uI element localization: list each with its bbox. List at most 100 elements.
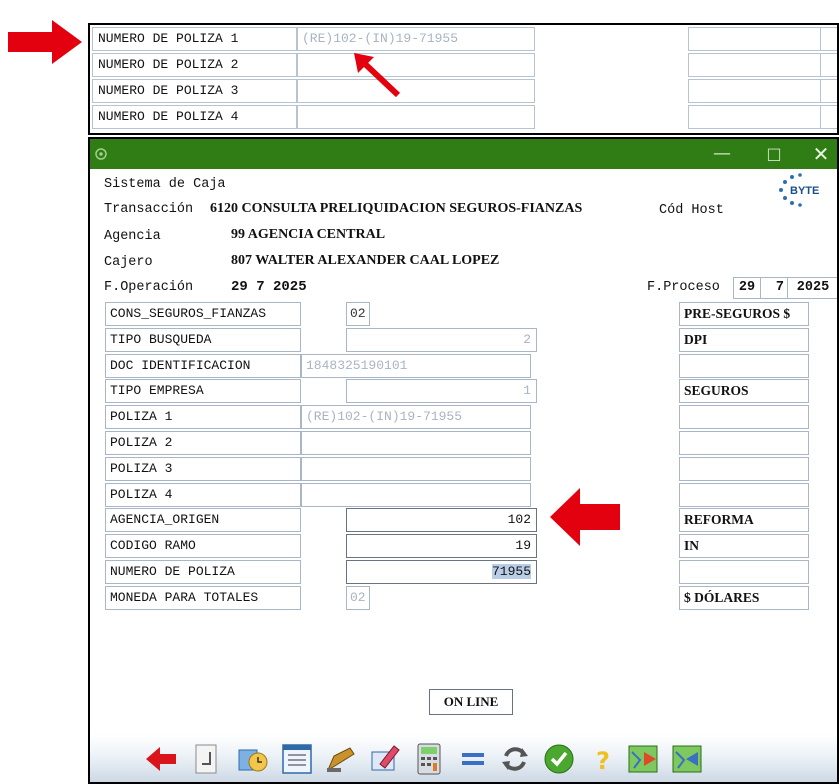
- host-code-label: Cód Host: [659, 203, 724, 218]
- close-button[interactable]: ✕: [801, 139, 837, 169]
- excerpt-right-cell: [820, 105, 837, 129]
- excerpt-right-cell: [820, 79, 837, 103]
- form-row: DOC IDENTIFICACION 1848325190101: [90, 354, 837, 378]
- operation-date-label: F.Operación: [104, 280, 194, 295]
- field-label: TIPO BUSQUEDA: [105, 328, 301, 352]
- red-arrow-icon: [550, 488, 620, 546]
- app-icon: [95, 148, 107, 160]
- write-edit-icon[interactable]: [368, 742, 402, 776]
- excerpt-row: NUMERO DE POLIZA 2: [90, 53, 837, 77]
- excerpt-value[interactable]: [297, 79, 535, 103]
- excerpt-value[interactable]: [297, 105, 535, 129]
- field-label: POLIZA 2: [105, 431, 301, 455]
- field-description: [679, 560, 809, 584]
- process-date-day: 29: [733, 277, 761, 299]
- back-arrow-icon[interactable]: [144, 742, 178, 776]
- field-label: POLIZA 1: [105, 405, 301, 429]
- field-description: [679, 431, 809, 455]
- field-value[interactable]: [301, 457, 531, 481]
- excerpt-row: NUMERO DE POLIZA 4: [90, 105, 837, 129]
- policy-number-excerpt: NUMERO DE POLIZA 1 (RE)102-(IN)19-71955 …: [88, 23, 839, 135]
- field-value[interactable]: [301, 483, 531, 507]
- bottom-toolbar: ?: [90, 734, 837, 782]
- edit-pencil-icon[interactable]: [324, 742, 358, 776]
- schedule-icon[interactable]: [236, 742, 270, 776]
- byte-logo: BYTE: [779, 173, 819, 207]
- field-description: IN: [679, 534, 809, 558]
- excerpt-value[interactable]: [297, 53, 535, 77]
- red-arrow-icon: [8, 20, 82, 64]
- document-list-icon[interactable]: [280, 742, 314, 776]
- refresh-icon[interactable]: [498, 742, 532, 776]
- field-value[interactable]: 02: [346, 302, 370, 326]
- enter-icon[interactable]: [190, 742, 224, 776]
- field-value[interactable]: 1848325190101: [301, 354, 531, 378]
- form-row: TIPO EMPRESA 1 SEGUROS: [90, 379, 837, 403]
- field-description: PRE-SEGUROS $: [679, 302, 809, 326]
- cashier-value: 807 WALTER ALEXANDER CAAL LOPEZ: [231, 253, 500, 268]
- field-value[interactable]: 19: [346, 534, 537, 558]
- form-row: POLIZA 1 (RE)102-(IN)19-71955: [90, 405, 837, 429]
- field-value[interactable]: (RE)102-(IN)19-71955: [301, 405, 531, 429]
- agency-value: 99 AGENCIA CENTRAL: [231, 227, 386, 242]
- field-label: POLIZA 3: [105, 457, 301, 481]
- excerpt-label: NUMERO DE POLIZA 1: [92, 27, 297, 51]
- system-title: Sistema de Caja: [104, 177, 226, 192]
- field-description: REFORMA: [679, 508, 809, 532]
- field-description: [679, 354, 809, 378]
- form-row: POLIZA 2: [90, 431, 837, 455]
- transaction-value: 6120 CONSULTA PRELIQUIDACION SEGUROS-FIA…: [210, 201, 583, 216]
- cashier-system-window: — □ ✕ Sistema de Caja Transacción 6120 C…: [88, 137, 839, 784]
- field-value[interactable]: 71955: [346, 560, 537, 584]
- field-value[interactable]: 1: [346, 379, 537, 403]
- map-next-icon[interactable]: [626, 742, 660, 776]
- form-row: TIPO BUSQUEDA 2 DPI: [90, 328, 837, 352]
- field-value[interactable]: [301, 431, 531, 455]
- field-value[interactable]: 02: [346, 586, 370, 610]
- process-date-label: F.Proceso: [647, 280, 720, 295]
- title-bar: — □ ✕: [90, 139, 837, 169]
- confirm-check-icon[interactable]: [542, 742, 576, 776]
- field-label: CONS_SEGUROS_FIANZAS: [105, 302, 301, 326]
- field-value[interactable]: 2: [346, 328, 537, 352]
- excerpt-right-cell: [820, 27, 837, 51]
- field-label: AGENCIA_ORIGEN: [105, 508, 301, 532]
- excerpt-right-cell: [688, 27, 821, 51]
- field-description: [679, 483, 809, 507]
- process-date: 29 7 2025: [733, 277, 837, 299]
- excerpt-label: NUMERO DE POLIZA 3: [92, 79, 297, 103]
- excerpt-right-cell: [688, 105, 821, 129]
- selected-text: 71955: [491, 564, 531, 579]
- form-grid: CONS_SEGUROS_FIANZAS 02 PRE-SEGUROS $ TIPO …: [90, 302, 837, 610]
- excerpt-right-cell: [688, 79, 821, 103]
- excerpt-right-cell: [688, 53, 821, 77]
- equals-icon[interactable]: [456, 742, 490, 776]
- form-row: AGENCIA_ORIGEN 102 REFORMA: [90, 508, 837, 532]
- form-row: MONEDA PARA TOTALES 02 $ DÓLARES: [90, 586, 837, 610]
- byte-logo-text: BYTE: [790, 185, 819, 197]
- excerpt-right-cell: [820, 53, 837, 77]
- transaction-label: Transacción: [104, 202, 194, 217]
- map-prev-icon[interactable]: [670, 742, 704, 776]
- excerpt-value[interactable]: (RE)102-(IN)19-71955: [297, 27, 535, 51]
- field-description: [679, 457, 809, 481]
- form-row: CODIGO RAMO 19 IN: [90, 534, 837, 558]
- minimize-button[interactable]: —: [702, 139, 742, 169]
- field-description: $ DÓLARES: [679, 586, 809, 610]
- excerpt-row: NUMERO DE POLIZA 3: [90, 79, 837, 103]
- calculator-icon[interactable]: [412, 742, 446, 776]
- field-description: [679, 405, 809, 429]
- help-icon[interactable]: ?: [586, 742, 620, 776]
- form-row: CONS_SEGUROS_FIANZAS 02 PRE-SEGUROS $: [90, 302, 837, 326]
- form-row: NUMERO DE POLIZA 71955: [90, 560, 837, 584]
- process-date-year: 2025: [787, 277, 837, 299]
- form-row: POLIZA 3: [90, 457, 837, 481]
- operation-date-value: 29 7 2025: [231, 279, 307, 295]
- field-value[interactable]: 102: [346, 508, 537, 532]
- field-label: NUMERO DE POLIZA: [105, 560, 301, 584]
- maximize-button[interactable]: □: [754, 139, 794, 169]
- process-date-month: 7: [760, 277, 788, 299]
- field-description: SEGUROS: [679, 379, 809, 403]
- excerpt-label: NUMERO DE POLIZA 4: [92, 105, 297, 129]
- agency-label: Agencia: [104, 229, 161, 244]
